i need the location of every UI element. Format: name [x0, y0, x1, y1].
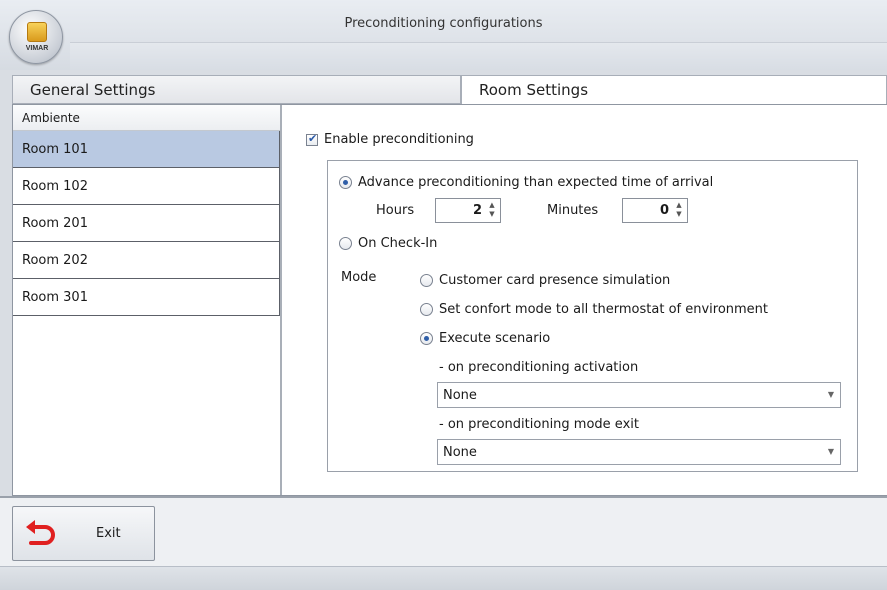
title-bar: VIMAR Preconditioning configurations — [0, 0, 887, 70]
spinner-arrows-icon[interactable]: ▲ ▼ — [487, 201, 497, 219]
mode-option-confort[interactable]: Set confort mode to all thermostat of en… — [420, 302, 768, 317]
room-list-item[interactable]: Room 102 — [13, 168, 280, 205]
exit-mode-label: - on preconditioning mode exit — [439, 417, 639, 432]
mode-radio[interactable] — [420, 303, 433, 316]
enable-preconditioning-row[interactable]: Enable preconditioning — [306, 132, 474, 147]
preconditioning-group: Advance preconditioning than expected ti… — [327, 160, 858, 472]
bottom-toolbar: Exit — [0, 496, 887, 566]
logo-brand-text: VIMAR — [25, 45, 49, 52]
advance-radio[interactable] — [339, 176, 352, 189]
mode-option-label: Execute scenario — [439, 331, 551, 346]
minutes-value: 0 — [659, 203, 669, 218]
activation-scenario-select[interactable]: None ▼ — [437, 382, 841, 408]
minutes-spinner[interactable]: 0 ▲ ▼ — [622, 198, 688, 223]
hours-value: 2 — [472, 203, 482, 218]
status-bar — [0, 566, 887, 590]
window-title: Preconditioning configurations — [344, 16, 543, 31]
exit-button[interactable]: Exit — [12, 506, 155, 561]
ribbon-band — [70, 42, 887, 70]
tab-bar: General Settings Room Settings — [12, 75, 887, 104]
checkin-option[interactable]: On Check-In — [339, 236, 437, 251]
mode-option-label: Customer card presence simulation — [439, 273, 671, 288]
spinner-arrows-icon[interactable]: ▲ ▼ — [674, 201, 684, 219]
back-arrow-icon — [26, 520, 55, 545]
enable-preconditioning-checkbox[interactable] — [306, 132, 318, 146]
mode-option-label: Set confort mode to all thermostat of en… — [439, 302, 769, 317]
room-list-item[interactable]: Room 202 — [13, 242, 280, 279]
checkin-label: On Check-In — [358, 236, 438, 251]
chevron-down-icon: ▼ — [827, 447, 834, 456]
activation-label: - on preconditioning activation — [439, 360, 639, 375]
tab-content: Ambiente Room 101 Room 102 Room 201 Room… — [12, 104, 887, 496]
minutes-label: Minutes — [547, 203, 599, 218]
mode-radio[interactable] — [420, 332, 433, 345]
enable-preconditioning-label: Enable preconditioning — [324, 132, 474, 147]
advance-label: Advance preconditioning than expected ti… — [358, 175, 714, 190]
exit-scenario-select[interactable]: None ▼ — [437, 439, 841, 465]
mode-radio[interactable] — [420, 274, 433, 287]
room-list-item[interactable]: Room 101 — [13, 131, 280, 168]
room-list-item[interactable]: Room 201 — [13, 205, 280, 242]
room-settings-panel: Enable preconditioning Advance precondit… — [284, 105, 887, 495]
room-list-item[interactable]: Room 301 — [13, 279, 280, 316]
mode-option-execute-scenario[interactable]: Execute scenario — [420, 331, 550, 346]
room-list-header: Ambiente — [13, 105, 280, 131]
exit-scenario-value: None — [443, 445, 477, 460]
advance-option[interactable]: Advance preconditioning than expected ti… — [339, 175, 713, 190]
tab-room-settings[interactable]: Room Settings — [461, 75, 887, 104]
mode-option-card-simulation[interactable]: Customer card presence simulation — [420, 273, 670, 288]
hours-spinner[interactable]: 2 ▲ ▼ — [435, 198, 501, 223]
tab-general-settings[interactable]: General Settings — [12, 75, 461, 104]
activation-scenario-value: None — [443, 388, 477, 403]
chevron-down-icon: ▼ — [827, 390, 834, 399]
checkin-radio[interactable] — [339, 237, 352, 250]
hours-label: Hours — [376, 203, 415, 218]
room-list: Ambiente Room 101 Room 102 Room 201 Room… — [13, 105, 282, 495]
mode-label: Mode — [341, 270, 377, 285]
exit-label: Exit — [96, 526, 121, 541]
